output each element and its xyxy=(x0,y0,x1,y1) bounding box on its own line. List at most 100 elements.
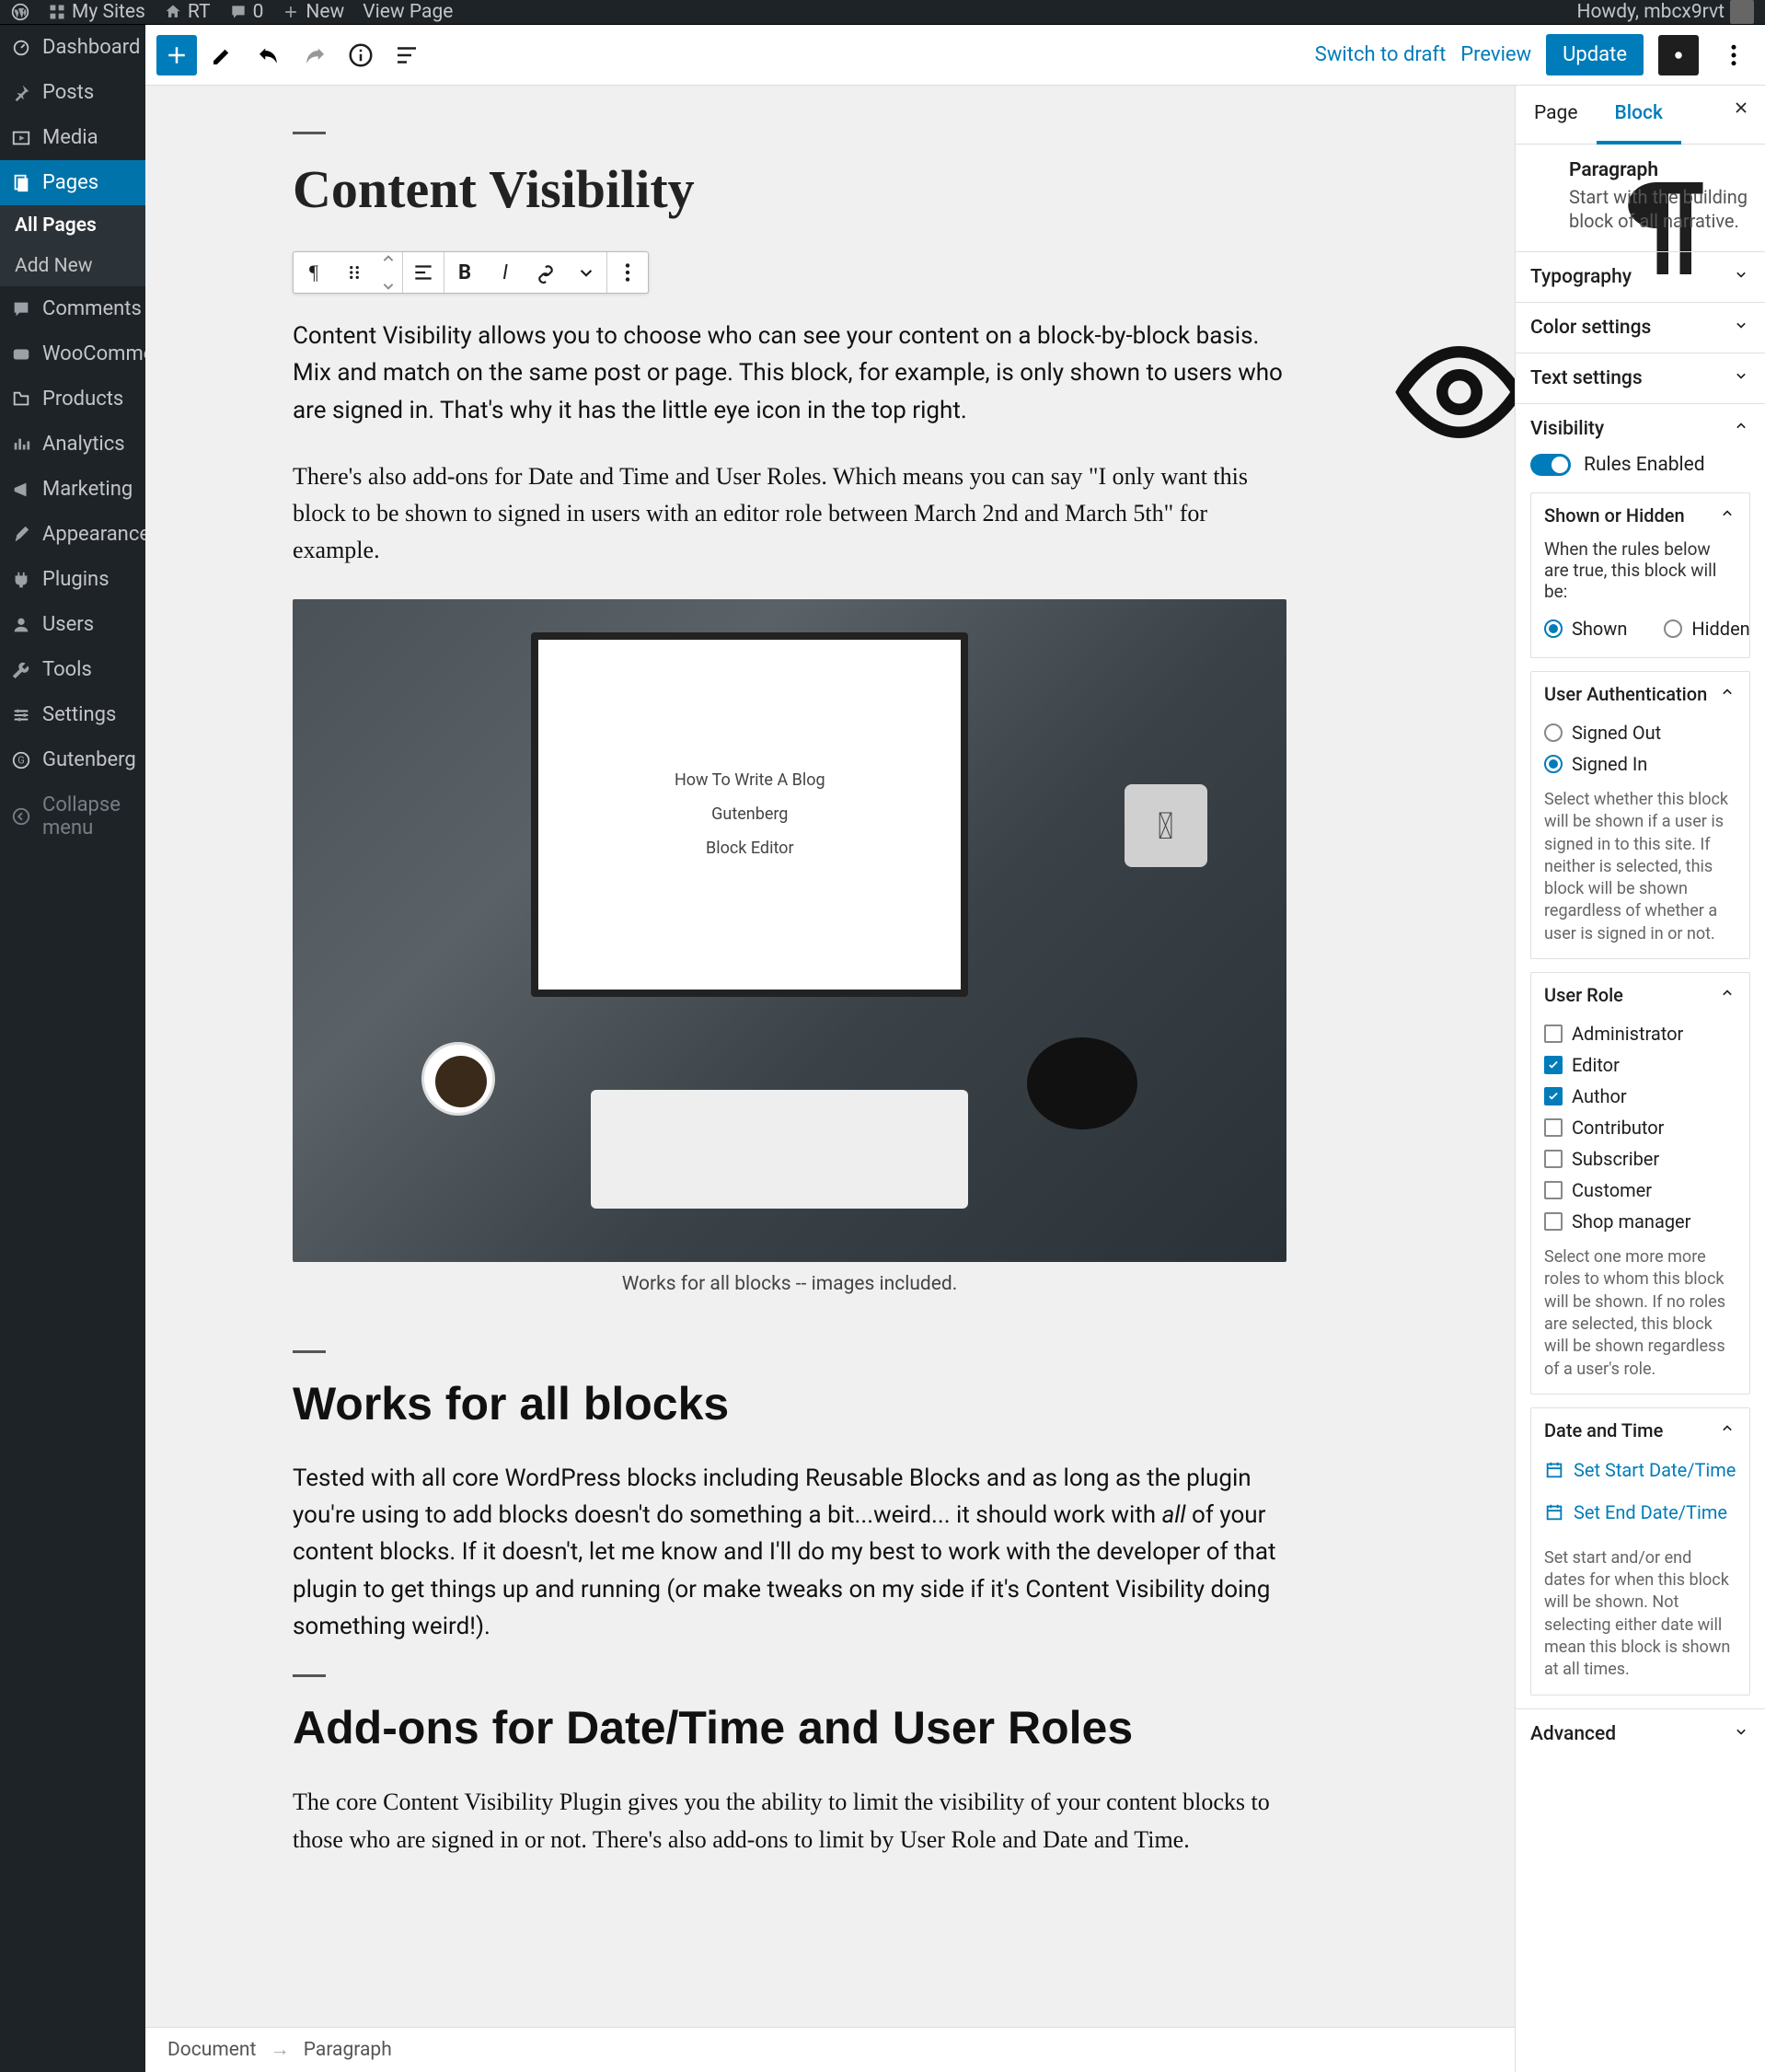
menu-posts[interactable]: Posts xyxy=(0,70,145,115)
heading-block[interactable]: Works for all blocks xyxy=(293,1350,1286,1430)
undo-button[interactable] xyxy=(248,35,289,75)
role-contributor-checkbox[interactable]: Contributor xyxy=(1544,1112,1736,1143)
user-role-section[interactable]: User Role xyxy=(1531,973,1749,1018)
menu-woocommerce[interactable]: WooCommerce xyxy=(0,331,145,376)
user-auth-section[interactable]: User Authentication xyxy=(1531,672,1749,717)
bold-button[interactable]: B xyxy=(444,252,485,293)
rules-enabled-toggle[interactable] xyxy=(1530,454,1571,476)
details-button[interactable] xyxy=(340,35,381,75)
update-button[interactable]: Update xyxy=(1546,34,1644,75)
image-caption[interactable]: Works for all blocks -- images included. xyxy=(293,1273,1286,1295)
menu-marketing[interactable]: Marketing xyxy=(0,467,145,512)
menu-dashboard[interactable]: Dashboard xyxy=(0,25,145,70)
edit-button[interactable] xyxy=(202,35,243,75)
advanced-section[interactable]: Advanced xyxy=(1516,1709,1765,1759)
text-section[interactable]: Text settings xyxy=(1516,353,1765,403)
move-up-down[interactable] xyxy=(375,252,402,293)
menu-products[interactable]: Products xyxy=(0,376,145,422)
plugins-icon xyxy=(11,570,31,590)
menu-analytics[interactable]: Analytics xyxy=(0,422,145,467)
set-end-date-link[interactable]: Set End Date/Time xyxy=(1544,1496,1736,1538)
comments-count[interactable]: 0 xyxy=(229,1,264,23)
color-section[interactable]: Color settings xyxy=(1516,303,1765,353)
editor-canvas[interactable]: Content Visibility ¶ B I xyxy=(145,86,1515,2072)
products-icon xyxy=(11,389,31,410)
role-editor-checkbox[interactable]: Editor xyxy=(1544,1049,1736,1081)
more-options-button[interactable] xyxy=(1713,35,1754,75)
paragraph-block[interactable]: The core Content Visibility Plugin gives… xyxy=(293,1784,1286,1858)
admin-bar: My Sites RT 0 New View Page Howdy, mbcx9… xyxy=(0,0,1765,25)
block-type-button[interactable]: ¶ xyxy=(294,252,334,293)
settings-toggle-button[interactable] xyxy=(1658,35,1699,75)
breadcrumb-paragraph[interactable]: Paragraph xyxy=(304,2039,392,2061)
block-desc: Start with the building block of all nar… xyxy=(1569,185,1750,233)
settings-tabs: Page Block xyxy=(1516,86,1765,145)
page-title[interactable]: Content Visibility xyxy=(293,132,1286,220)
paragraph-block[interactable]: Tested with all core WordPress blocks in… xyxy=(293,1460,1286,1645)
dashboard-icon xyxy=(11,38,31,58)
close-settings-button[interactable] xyxy=(1717,86,1765,144)
tab-block[interactable]: Block xyxy=(1597,86,1681,145)
site-link[interactable]: RT xyxy=(164,1,211,23)
tab-page[interactable]: Page xyxy=(1516,86,1597,144)
block-toolbar: ¶ B I xyxy=(293,251,649,294)
role-author-checkbox[interactable]: Author xyxy=(1544,1081,1736,1112)
align-button[interactable] xyxy=(403,252,444,293)
breadcrumb-document[interactable]: Document xyxy=(167,2039,256,2061)
menu-pages[interactable]: Pages xyxy=(0,160,145,205)
menu-users[interactable]: Users xyxy=(0,602,145,647)
howdy-user[interactable]: Howdy, mbcx9rvt xyxy=(1576,0,1754,24)
shown-hidden-section[interactable]: Shown or Hidden xyxy=(1531,493,1749,538)
menu-appearance[interactable]: Appearance xyxy=(0,512,145,557)
my-sites-link[interactable]: My Sites xyxy=(48,1,145,23)
rules-enabled-label: Rules Enabled xyxy=(1584,454,1705,476)
add-block-button[interactable] xyxy=(156,35,197,75)
breadcrumb: Document → Paragraph xyxy=(145,2027,1515,2072)
outline-button[interactable] xyxy=(386,35,427,75)
redo-button[interactable] xyxy=(294,35,335,75)
new-item[interactable]: New xyxy=(282,1,344,23)
menu-gutenberg[interactable]: Gutenberg xyxy=(0,737,145,782)
marketing-icon xyxy=(11,480,31,500)
tools-icon xyxy=(11,660,31,680)
collapse-menu[interactable]: Collapse menu xyxy=(0,782,145,851)
role-customer-checkbox[interactable]: Customer xyxy=(1544,1175,1736,1206)
italic-button[interactable]: I xyxy=(485,252,525,293)
visibility-eye-icon xyxy=(1321,323,1351,353)
image-block[interactable]: How To Write A Blog Gutenberg Block Edit… xyxy=(293,599,1286,1262)
submenu-add-new[interactable]: Add New xyxy=(0,246,145,286)
submenu-all-pages[interactable]: All Pages xyxy=(0,205,145,246)
role-subscriber-checkbox[interactable]: Subscriber xyxy=(1544,1143,1736,1175)
signed-out-radio[interactable]: Signed Out xyxy=(1544,717,1736,748)
drag-handle[interactable] xyxy=(334,252,375,293)
role-shop-manager-checkbox[interactable]: Shop manager xyxy=(1544,1206,1736,1237)
heading-block[interactable]: Add-ons for Date/Time and User Roles xyxy=(293,1674,1286,1754)
wp-logo[interactable] xyxy=(11,3,29,21)
menu-plugins[interactable]: Plugins xyxy=(0,557,145,602)
menu-comments[interactable]: Comments xyxy=(0,286,145,331)
shown-radio[interactable]: Shown xyxy=(1544,613,1627,644)
signed-in-radio[interactable]: Signed In xyxy=(1544,748,1736,780)
users-icon xyxy=(11,615,31,635)
pages-icon xyxy=(11,173,31,193)
appearance-icon xyxy=(11,525,31,545)
paragraph-block[interactable]: Content Visibility allows you to choose … xyxy=(293,318,1286,429)
menu-media[interactable]: Media xyxy=(0,115,145,160)
typography-section[interactable]: Typography xyxy=(1516,252,1765,302)
comments-icon xyxy=(11,299,31,319)
media-icon xyxy=(11,128,31,148)
more-format-button[interactable] xyxy=(566,252,606,293)
paragraph-block[interactable]: There's also add-ons for Date and Time a… xyxy=(293,458,1286,570)
block-more-button[interactable] xyxy=(607,252,648,293)
switch-draft-link[interactable]: Switch to draft xyxy=(1315,43,1446,66)
hidden-radio[interactable]: Hidden xyxy=(1664,613,1749,644)
preview-link[interactable]: Preview xyxy=(1460,43,1531,66)
menu-tools[interactable]: Tools xyxy=(0,647,145,692)
link-button[interactable] xyxy=(525,252,566,293)
menu-settings[interactable]: Settings xyxy=(0,692,145,737)
visibility-section[interactable]: Visibility xyxy=(1516,404,1765,454)
view-page[interactable]: View Page xyxy=(363,1,453,23)
set-start-date-link[interactable]: Set Start Date/Time xyxy=(1544,1453,1736,1496)
date-time-section[interactable]: Date and Time xyxy=(1531,1408,1749,1453)
role-administrator-checkbox[interactable]: Administrator xyxy=(1544,1018,1736,1049)
